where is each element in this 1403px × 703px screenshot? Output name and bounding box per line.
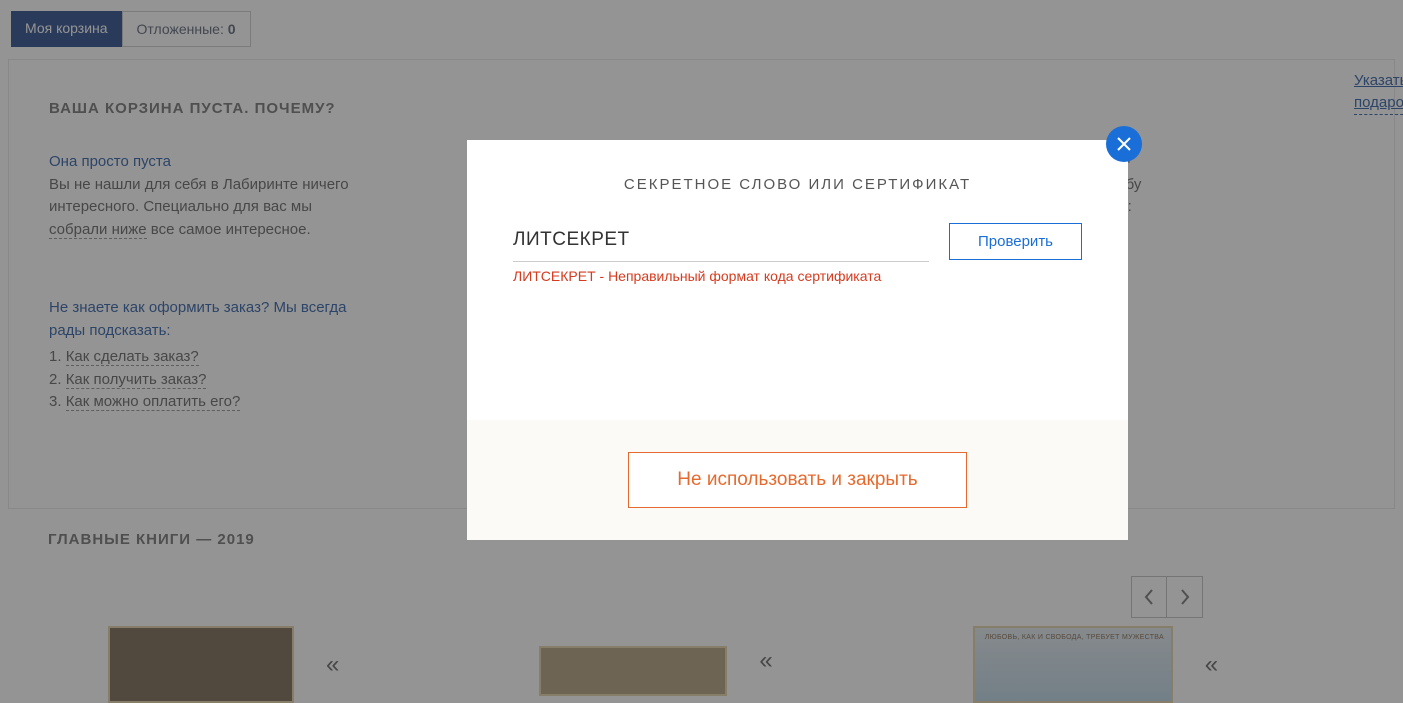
dont-use-close-button[interactable]: Не использовать и закрыть: [628, 452, 966, 508]
check-button[interactable]: Проверить: [949, 223, 1082, 260]
certificate-input[interactable]: [513, 223, 929, 262]
close-icon: [1116, 136, 1132, 152]
modal-close-button[interactable]: [1106, 126, 1142, 162]
modal-title: СЕКРЕТНОЕ СЛОВО ИЛИ СЕРТИФИКАТ: [467, 140, 1128, 223]
certificate-error: ЛИТСЕКРЕТ - Неправильный формат кода сер…: [467, 262, 1128, 284]
certificate-modal: СЕКРЕТНОЕ СЛОВО ИЛИ СЕРТИФИКАТ Проверить…: [467, 140, 1128, 540]
